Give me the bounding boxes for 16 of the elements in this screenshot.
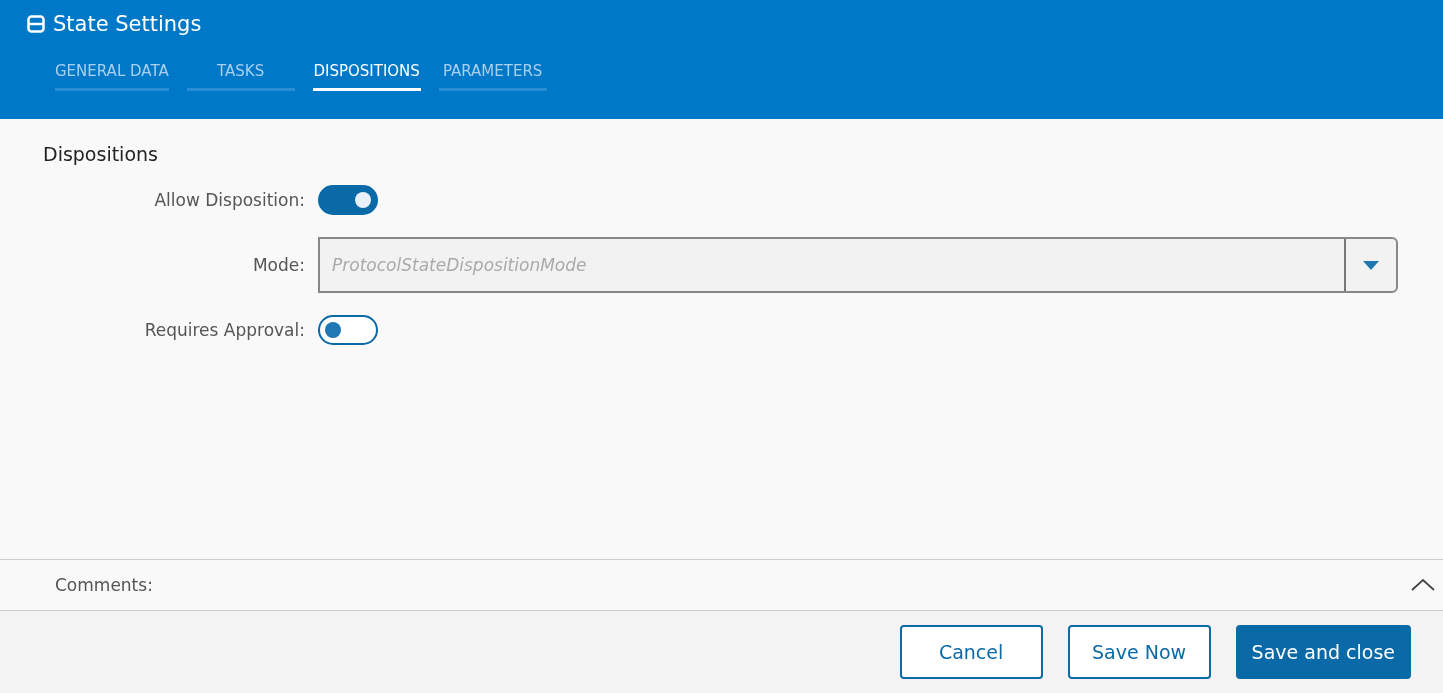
action-button[interactable]: Save Now	[1067, 625, 1211, 679]
field-label: Mode:	[251, 255, 306, 275]
action-button[interactable]: Cancel	[899, 625, 1043, 679]
chevron-up-icon	[1411, 579, 1435, 591]
toggle-switch[interactable]	[318, 185, 378, 215]
section-title: Dispositions	[43, 143, 159, 165]
window-title: State Settings	[53, 12, 202, 36]
field-label: Requires Approval:	[143, 320, 306, 340]
save-close-button[interactable]: Save and close	[1235, 625, 1411, 679]
window-icon	[27, 15, 45, 33]
comments-bar[interactable]: Comments:	[0, 559, 1443, 611]
tab[interactable]: DISPOSITIONS	[312, 62, 421, 91]
field-label: Allow Disposition:	[153, 190, 306, 210]
comments-label: Comments:	[55, 575, 153, 595]
caret-down-icon	[1363, 260, 1379, 270]
toggle-switch[interactable]	[318, 315, 378, 345]
